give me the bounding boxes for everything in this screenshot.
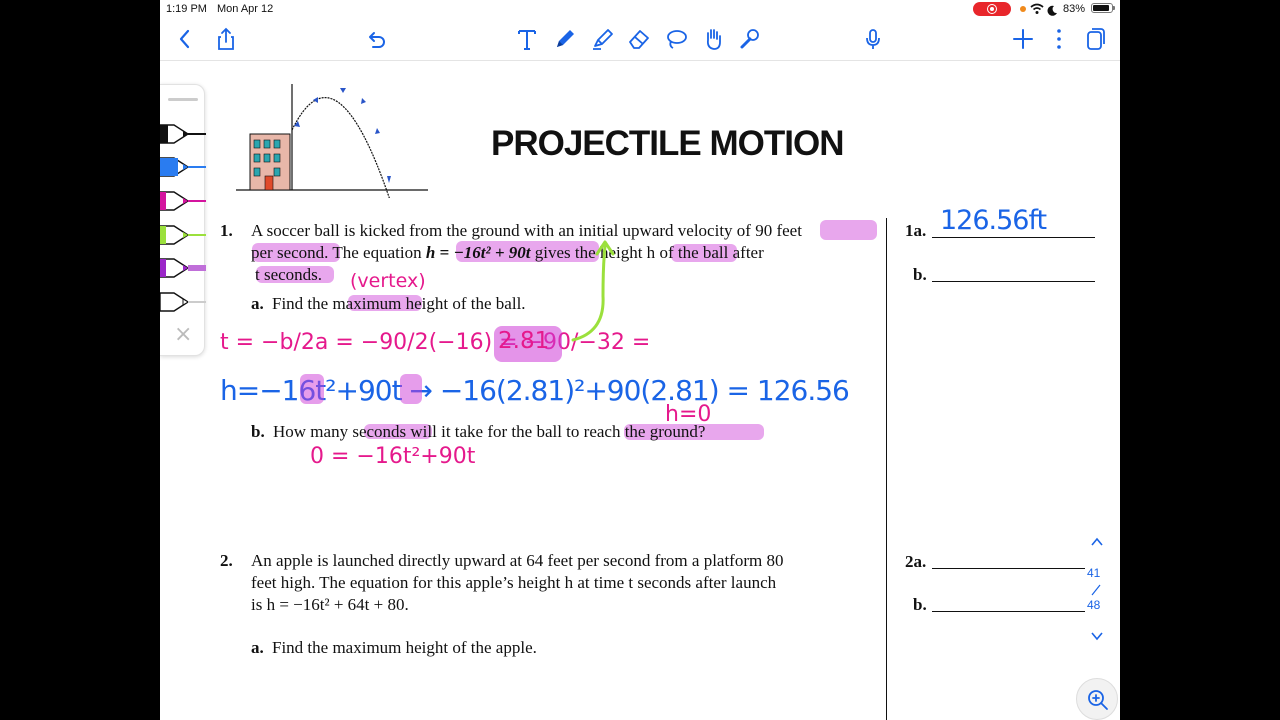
add-icon[interactable] (1010, 26, 1036, 52)
wifi-icon (1030, 2, 1044, 14)
q2-line2: feet high. The equation for this apple’s… (251, 573, 777, 592)
q1a-label: a. (251, 294, 264, 313)
more-icon[interactable] (1046, 26, 1072, 52)
vertex-result: 2.81 (498, 328, 550, 354)
close-tray-icon[interactable]: × (174, 324, 192, 346)
magenta-pen[interactable] (160, 191, 206, 211)
total-pages: 48 (1087, 598, 1101, 612)
status-date: Mon Apr 12 (217, 3, 274, 15)
laser-pointer-icon[interactable] (737, 26, 763, 52)
back-chevron-icon[interactable] (172, 26, 198, 52)
moon-icon (1047, 3, 1058, 16)
lasso-tool-icon[interactable] (663, 26, 689, 52)
q1-line1: A soccer ball is kicked from the ground … (251, 221, 802, 240)
undo-icon[interactable] (363, 26, 389, 52)
projectile-illustration (236, 80, 432, 201)
screen-recording-icon[interactable] (973, 2, 1011, 16)
status-time: 1:19 PM (166, 3, 207, 15)
green-arrow (565, 236, 625, 346)
answer-1a-line (932, 237, 1095, 238)
q1-line2: per second. The equation h = −16t² + 90t… (251, 243, 764, 262)
ground-equation: 0 = −16t²+90t (310, 444, 476, 469)
ground-note: h=0 (665, 402, 712, 427)
page-down-icon[interactable] (1088, 629, 1106, 643)
q2-line3: is h = −16t² + 64t + 80. (251, 595, 409, 614)
black-pen[interactable] (160, 124, 206, 144)
white-pen[interactable] (160, 292, 206, 312)
q2-line1: An apple is launched directly upward at … (251, 551, 784, 570)
answer-1a-value: 126.56ft (940, 205, 1047, 236)
toolbar-divider (160, 60, 1120, 61)
current-page: 41 (1087, 566, 1101, 580)
pen-tool-icon[interactable] (552, 26, 578, 52)
purple-highlighter[interactable] (160, 258, 206, 278)
answer-column-divider (886, 218, 887, 720)
hand-tool-icon[interactable] (700, 26, 726, 52)
pages-icon[interactable] (1082, 26, 1108, 52)
tray-handle[interactable] (168, 98, 198, 101)
q1a-text: Find the maximum height of the ball. (272, 294, 526, 313)
page-title: PROJECTILE MOTION (491, 124, 844, 163)
share-icon[interactable] (213, 26, 239, 52)
text-tool-icon[interactable] (514, 26, 540, 52)
q1-number: 1. (220, 221, 233, 240)
answer-2a-label: 2a. (905, 552, 927, 571)
answer-2a-line[interactable] (932, 568, 1085, 569)
goodnotes-screen: 1:19 PM Mon Apr 12 83% × PROJECTILE MOTI… (160, 0, 1120, 720)
answer-1b-line[interactable] (932, 281, 1095, 282)
zoom-button[interactable] (1076, 678, 1118, 720)
answer-1a-label: 1a. (905, 221, 927, 240)
blue-pen[interactable] (160, 157, 206, 177)
battery-icon (1091, 3, 1115, 13)
answer-2b-label: b. (913, 595, 927, 614)
zoom-in-icon (1088, 690, 1108, 710)
q2-number: 2. (220, 551, 233, 570)
eraser-tool-icon[interactable] (626, 26, 652, 52)
q1b-text: How many seconds will it take for the ba… (273, 422, 706, 441)
mic-indicator-icon (1020, 6, 1026, 12)
t-highlight-1 (300, 374, 324, 404)
q1b-label: b. (251, 422, 265, 441)
page-separator (1090, 583, 1102, 596)
page-up-icon[interactable] (1088, 535, 1106, 549)
highlighter-tool-icon[interactable] (589, 26, 615, 52)
answer-1b-label: b. (913, 265, 927, 284)
q2a-label: a. (251, 638, 264, 657)
q2a-text: Find the maximum height of the apple. (272, 638, 537, 657)
microphone-icon[interactable] (860, 26, 886, 52)
q1-line3: t seconds. (255, 265, 323, 284)
answer-2b-line[interactable] (932, 611, 1085, 612)
t-highlight-2 (400, 374, 422, 404)
vertex-note: (vertex) (350, 270, 426, 292)
green-highlighter[interactable] (160, 225, 206, 245)
highlight-90-feet (820, 220, 877, 240)
battery-percent: 83% (1063, 3, 1086, 15)
